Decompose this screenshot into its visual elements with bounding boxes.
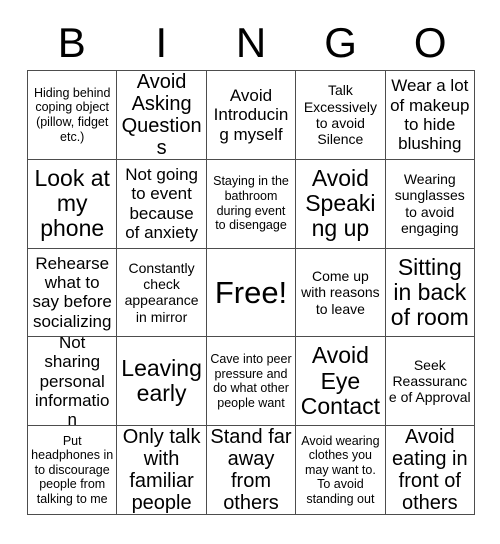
bingo-header-row: B I N G O xyxy=(27,16,475,70)
bingo-cell[interactable]: Cave into peer pressure and do what othe… xyxy=(206,337,297,427)
bingo-cell-label: Avoid Eye Contact xyxy=(300,342,381,419)
bingo-cell-label: Free! xyxy=(214,274,288,310)
bingo-cell[interactable]: Look at my phone xyxy=(28,159,118,249)
bingo-cell[interactable]: Constantly check appearance in mirror xyxy=(117,248,207,338)
bingo-cell-label: Avoid eating in front of others xyxy=(391,426,468,515)
bingo-grid: Hiding behind coping object (pillow, fid… xyxy=(27,70,475,515)
bingo-cell-label: Stand far away from others xyxy=(210,426,292,515)
bingo-cell[interactable]: Only talk with familiar people xyxy=(117,426,207,515)
bingo-cell[interactable]: Seek Reassurance of Approval xyxy=(385,337,475,427)
bingo-header-letter-o: O xyxy=(413,19,447,66)
bingo-cell[interactable]: Come up with reasons to leave xyxy=(296,248,386,338)
bingo-cell-label: Look at my phone xyxy=(34,164,110,242)
bingo-cell-label: Constantly check appearance in mirror xyxy=(124,260,199,325)
bingo-cell[interactable]: Not sharing personal information xyxy=(28,337,118,427)
bingo-header-letter-b: B xyxy=(57,19,86,66)
bingo-cell-label: Staying in the bathroom during event to … xyxy=(213,174,289,233)
bingo-cell-label: Talk Excessively to avoid Silence xyxy=(303,82,377,148)
bingo-cell-label: Cave into peer pressure and do what othe… xyxy=(210,352,292,410)
bingo-cell-label: Hiding behind coping object (pillow, fid… xyxy=(33,85,111,144)
bingo-cell[interactable]: Wearing sunglasses to avoid engaging xyxy=(385,159,475,249)
bingo-cell-label: Put headphones in to discourage people f… xyxy=(31,433,114,507)
bingo-card: B I N G O Hiding behind coping object (p… xyxy=(0,0,500,544)
bingo-cell-label: Rehearse what to say before socializing xyxy=(32,254,112,331)
bingo-cell-label: Not going to event because of anxiety xyxy=(125,165,198,242)
bingo-header-letter-i: I xyxy=(155,19,168,66)
bingo-cell[interactable]: Staying in the bathroom during event to … xyxy=(206,159,297,249)
bingo-cell[interactable]: Not going to event because of anxiety xyxy=(117,159,207,249)
bingo-cell[interactable]: Avoid Speaking up xyxy=(296,159,386,249)
bingo-cell[interactable]: Avoid eating in front of others xyxy=(385,426,475,515)
bingo-header-letter-n: N xyxy=(235,19,267,66)
bingo-cell[interactable]: Avoid wearing clothes you may want to. T… xyxy=(296,426,386,515)
bingo-cell-label: Wearing sunglasses to avoid engaging xyxy=(394,171,465,236)
bingo-header-letter-g: G xyxy=(324,19,357,66)
bingo-cell-label: Come up with reasons to leave xyxy=(301,268,380,317)
bingo-cell-label: Seek Reassurance of Approval xyxy=(388,356,471,406)
bingo-cell-label: Wear a lot of makeup to hide blushing xyxy=(390,76,470,154)
bingo-cell-label: Avoid Introducing myself xyxy=(213,86,289,144)
bingo-cell[interactable]: Avoid Introducing myself xyxy=(206,71,297,160)
bingo-cell[interactable]: Rehearse what to say before socializing xyxy=(28,248,118,338)
bingo-cell-label: Not sharing personal information xyxy=(34,337,110,427)
bingo-cell[interactable]: Sitting in back of room xyxy=(385,248,475,338)
bingo-cell[interactable]: Avoid Eye Contact xyxy=(296,337,386,427)
bingo-cell-free[interactable]: Free! xyxy=(206,248,297,338)
bingo-cell-label: Avoid Speaking up xyxy=(305,164,376,242)
bingo-cell[interactable]: Stand far away from others xyxy=(206,426,297,515)
bingo-cell-label: Only talk with familiar people xyxy=(122,426,201,515)
bingo-cell[interactable]: Put headphones in to discourage people f… xyxy=(28,426,118,515)
bingo-cell[interactable]: Leaving early xyxy=(117,337,207,427)
bingo-cell-label: Sitting in back of room xyxy=(390,253,469,331)
bingo-cell-label: Avoid Asking Questions xyxy=(121,71,202,160)
bingo-cell-label: Avoid wearing clothes you may want to. T… xyxy=(301,433,380,507)
bingo-cell-label: Leaving early xyxy=(121,354,202,407)
bingo-cell[interactable]: Wear a lot of makeup to hide blushing xyxy=(385,71,475,160)
bingo-cell[interactable]: Talk Excessively to avoid Silence xyxy=(296,71,386,160)
bingo-cell[interactable]: Avoid Asking Questions xyxy=(117,71,207,160)
bingo-cell[interactable]: Hiding behind coping object (pillow, fid… xyxy=(28,71,118,160)
